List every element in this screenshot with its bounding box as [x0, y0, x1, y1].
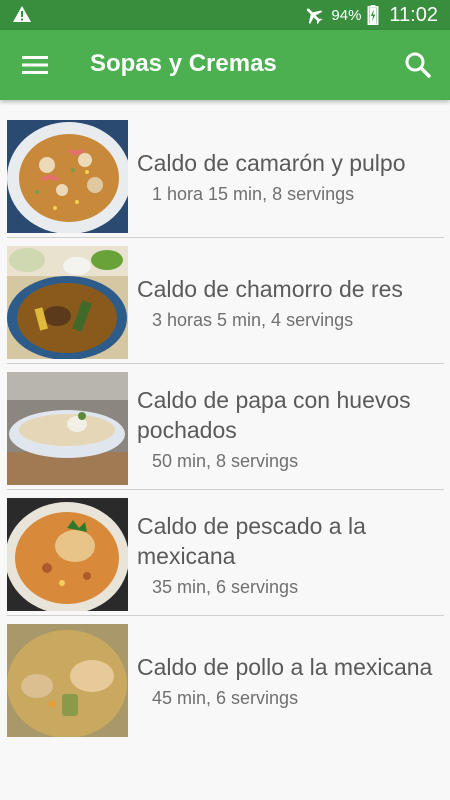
hamburger-menu-icon[interactable]	[22, 54, 48, 76]
recipe-item[interactable]: Caldo de pollo a la mexicana 45 min, 6 s…	[0, 622, 450, 748]
recipe-name: Caldo de camarón y pulpo	[137, 149, 406, 176]
recipe-name: Caldo de pescado a la mexicana	[137, 512, 366, 569]
recipe-thumbnail-potato-egg-soup	[7, 372, 128, 485]
status-bar: 94% 11:02	[0, 0, 450, 30]
search-icon[interactable]	[404, 51, 432, 79]
recipe-list: Caldo de camarón y pulpo 1 hora 15 min, …	[0, 118, 450, 748]
recipe-item[interactable]: Caldo de camarón y pulpo 1 hora 15 min, …	[0, 118, 450, 244]
recipe-meta: 45 min, 6 servings	[152, 687, 299, 708]
recipe-thumbnail-chicken-soup	[7, 624, 128, 737]
recipe-thumbnail-beef-shank-soup	[7, 246, 128, 359]
recipe-item[interactable]: Caldo de papa con huevos pochados 50 min…	[0, 370, 450, 496]
recipe-meta: 50 min, 8 servings	[152, 450, 299, 471]
recipe-name: Caldo de pollo a la mexicana	[137, 653, 433, 680]
divider	[7, 363, 444, 364]
recipe-thumbnail-fish-soup	[7, 498, 128, 611]
recipe-thumbnail-seafood-soup	[7, 120, 128, 233]
app-bar: Sopas y Cremas	[0, 30, 450, 100]
clock: 11:02	[389, 3, 438, 26]
battery-percent: 94%	[331, 6, 362, 24]
divider	[7, 489, 444, 490]
recipe-meta: 35 min, 6 servings	[152, 576, 299, 597]
divider	[7, 615, 444, 616]
recipe-item[interactable]: Caldo de pescado a la mexicana 35 min, 6…	[0, 496, 450, 622]
recipe-name: Caldo de chamorro de res	[137, 275, 403, 302]
recipe-meta: 1 hora 15 min, 8 servings	[152, 183, 355, 204]
divider	[7, 237, 444, 238]
battery-charging-icon	[367, 5, 379, 25]
airplane-icon	[307, 8, 323, 25]
recipe-meta: 3 horas 5 min, 4 servings	[152, 309, 354, 330]
page-title: Sopas y Cremas	[90, 50, 277, 77]
recipe-item[interactable]: Caldo de chamorro de res 3 horas 5 min, …	[0, 244, 450, 370]
warning-icon	[13, 6, 31, 22]
recipe-name: Caldo de papa con huevos pochados	[137, 386, 411, 443]
